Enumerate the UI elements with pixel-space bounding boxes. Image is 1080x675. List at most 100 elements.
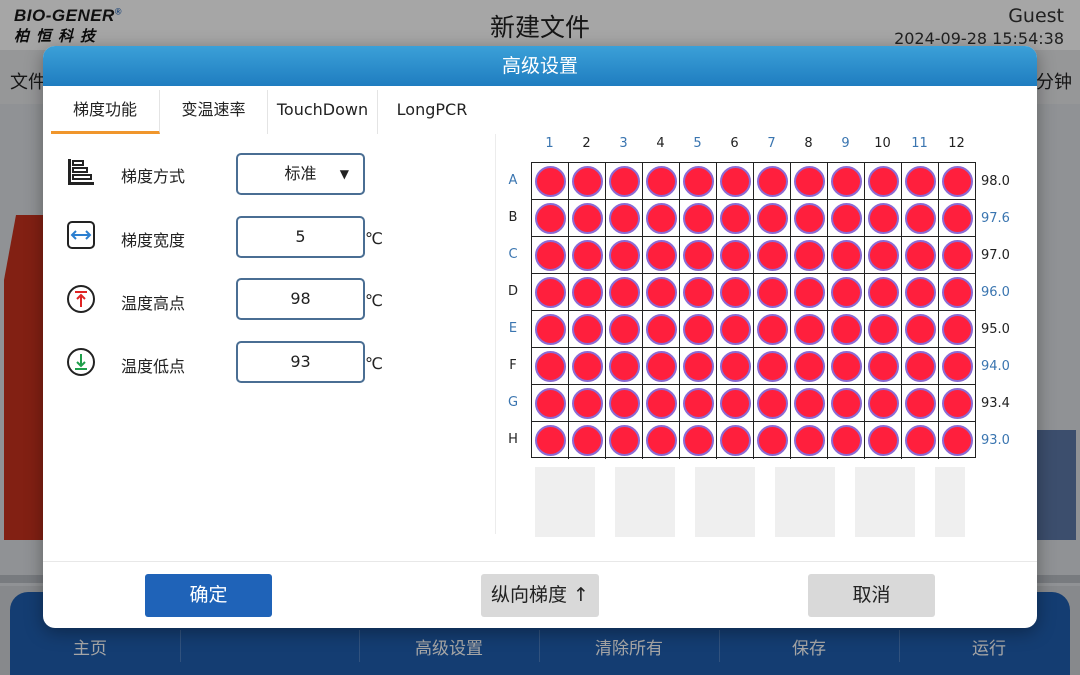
plate-well[interactable] — [794, 388, 825, 419]
plate-well[interactable] — [609, 203, 640, 234]
plate-well[interactable] — [535, 240, 566, 271]
plate-well[interactable] — [794, 314, 825, 345]
plate-well[interactable] — [942, 240, 973, 271]
plate-well[interactable] — [905, 240, 936, 271]
plate-well[interactable] — [868, 314, 899, 345]
plate-well[interactable] — [646, 388, 677, 419]
plate-well[interactable] — [868, 277, 899, 308]
plate-well[interactable] — [609, 425, 640, 456]
plate-well[interactable] — [831, 351, 862, 382]
plate-well[interactable] — [572, 240, 603, 271]
plate-well[interactable] — [942, 166, 973, 197]
plate-well[interactable] — [942, 425, 973, 456]
plate-well[interactable] — [572, 203, 603, 234]
gradient-width-input[interactable]: 5 — [236, 216, 365, 258]
plate-well[interactable] — [868, 388, 899, 419]
plate-well[interactable] — [794, 203, 825, 234]
plate-well[interactable] — [831, 314, 862, 345]
plate-well[interactable] — [868, 203, 899, 234]
plate-well[interactable] — [831, 388, 862, 419]
plate-well[interactable] — [794, 425, 825, 456]
plate-well[interactable] — [905, 203, 936, 234]
plate-well[interactable] — [794, 166, 825, 197]
plate-well[interactable] — [609, 277, 640, 308]
plate-well[interactable] — [942, 388, 973, 419]
tab-touchdown[interactable]: TouchDown — [268, 90, 378, 134]
plate-well[interactable] — [609, 351, 640, 382]
gradient-mode-dropdown[interactable]: 标准 ▼ — [236, 153, 365, 195]
plate-well[interactable] — [683, 203, 714, 234]
plate-well[interactable] — [646, 351, 677, 382]
plate-well[interactable] — [720, 314, 751, 345]
plate-well[interactable] — [572, 388, 603, 419]
plate-well[interactable] — [683, 277, 714, 308]
plate-well[interactable] — [646, 277, 677, 308]
plate-well[interactable] — [720, 388, 751, 419]
plate-well[interactable] — [572, 277, 603, 308]
plate-well[interactable] — [831, 425, 862, 456]
plate-well[interactable] — [609, 166, 640, 197]
plate-well[interactable] — [535, 314, 566, 345]
plate-well[interactable] — [535, 277, 566, 308]
plate-well[interactable] — [868, 240, 899, 271]
cancel-button[interactable]: 取消 — [808, 574, 935, 617]
plate-well[interactable] — [757, 166, 788, 197]
plate-well[interactable] — [720, 351, 751, 382]
plate-well[interactable] — [905, 314, 936, 345]
plate-well[interactable] — [683, 240, 714, 271]
plate-well[interactable] — [646, 166, 677, 197]
plate-well[interactable] — [757, 351, 788, 382]
plate-well[interactable] — [905, 166, 936, 197]
plate-well[interactable] — [535, 388, 566, 419]
plate-well[interactable] — [942, 314, 973, 345]
plate-well[interactable] — [831, 203, 862, 234]
plate-well[interactable] — [757, 277, 788, 308]
high-temp-input[interactable]: 98 — [236, 278, 365, 320]
plate-well[interactable] — [868, 166, 899, 197]
plate-well[interactable] — [905, 425, 936, 456]
plate-well[interactable] — [757, 425, 788, 456]
plate-well[interactable] — [683, 351, 714, 382]
plate-well[interactable] — [535, 166, 566, 197]
plate-well[interactable] — [683, 314, 714, 345]
plate-well[interactable] — [535, 203, 566, 234]
plate-well[interactable] — [942, 351, 973, 382]
plate-well[interactable] — [831, 277, 862, 308]
vertical-gradient-button[interactable]: 纵向梯度 ↑ — [481, 574, 599, 617]
plate-well[interactable] — [683, 388, 714, 419]
plate-well[interactable] — [942, 203, 973, 234]
plate-well[interactable] — [757, 388, 788, 419]
plate-well[interactable] — [794, 351, 825, 382]
tab-ramp-rate[interactable]: 变温速率 — [160, 90, 268, 134]
plate-well[interactable] — [831, 240, 862, 271]
plate-well[interactable] — [905, 277, 936, 308]
tab-gradient[interactable]: 梯度功能 — [51, 90, 160, 134]
plate-well[interactable] — [757, 240, 788, 271]
plate-well[interactable] — [535, 425, 566, 456]
plate-well[interactable] — [609, 240, 640, 271]
tab-longpcr[interactable]: LongPCR — [378, 90, 486, 134]
plate-well[interactable] — [794, 240, 825, 271]
plate-well[interactable] — [905, 388, 936, 419]
low-temp-input[interactable]: 93 — [236, 341, 365, 383]
plate-well[interactable] — [572, 351, 603, 382]
plate-well[interactable] — [646, 203, 677, 234]
plate-well[interactable] — [572, 166, 603, 197]
plate-well[interactable] — [646, 425, 677, 456]
plate-well[interactable] — [868, 351, 899, 382]
plate-well[interactable] — [609, 388, 640, 419]
plate-well[interactable] — [646, 240, 677, 271]
plate-well[interactable] — [757, 314, 788, 345]
plate-well[interactable] — [905, 351, 936, 382]
plate-well[interactable] — [572, 425, 603, 456]
plate-well[interactable] — [720, 166, 751, 197]
plate-well[interactable] — [720, 277, 751, 308]
plate-well[interactable] — [720, 203, 751, 234]
plate-well[interactable] — [535, 351, 566, 382]
plate-well[interactable] — [757, 203, 788, 234]
plate-well[interactable] — [942, 277, 973, 308]
plate-well[interactable] — [720, 240, 751, 271]
plate-well[interactable] — [683, 425, 714, 456]
plate-well[interactable] — [794, 277, 825, 308]
plate-well[interactable] — [609, 314, 640, 345]
